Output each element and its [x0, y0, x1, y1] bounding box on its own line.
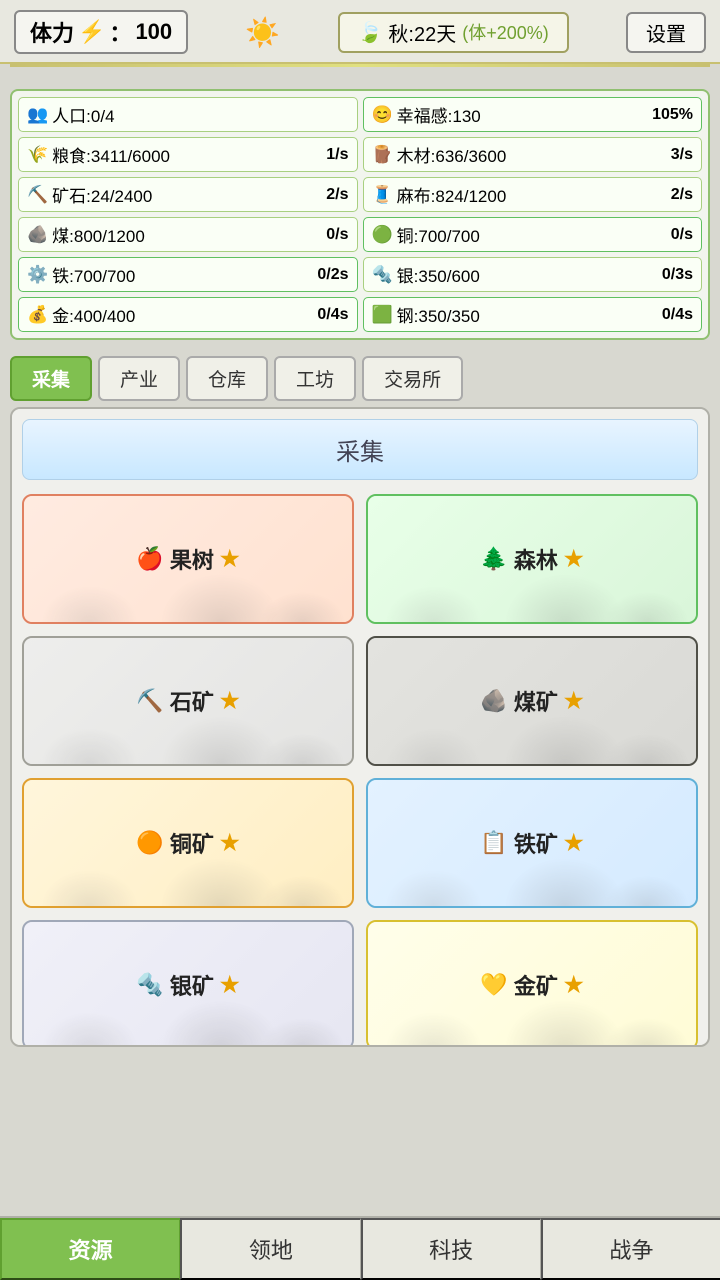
silver-row: 🔩 银:350/600 0/3s — [363, 257, 703, 292]
card-label-coal: 🪨 煤矿 ★ — [480, 685, 583, 717]
iron-row: ⚙️ 铁:700/700 0/2s — [18, 257, 358, 292]
forest-card-star: ★ — [564, 546, 584, 572]
ore-icon: ⛏️ — [27, 185, 48, 205]
card-fruit[interactable]: 🍎 果树 ★ — [22, 494, 354, 624]
population-label: 👥 人口:0/4 — [27, 102, 115, 127]
nav-territory[interactable]: 领地 — [180, 1218, 360, 1280]
season-text: 秋:22天 — [388, 18, 456, 47]
section-title: 采集 — [22, 419, 698, 480]
iron-card-text: 铁矿 — [514, 827, 558, 859]
gold-icon: 💰 — [27, 305, 48, 325]
card-iron[interactable]: 📋 铁矿 ★ — [366, 778, 698, 908]
season-box: 🍃 秋:22天 (体+200%) — [338, 12, 569, 53]
season-leaf-icon: 🍃 — [358, 20, 383, 45]
silver-card-star: ★ — [220, 972, 240, 998]
stamina-colon: ： — [109, 16, 131, 48]
copper-icon: 🟢 — [372, 225, 393, 245]
top-bar: 体力 ⚡ ： 100 ☀️ 🍃 秋:22天 (体+200%) 设置 — [0, 0, 720, 64]
card-silver[interactable]: 🔩 银矿 ★ — [22, 920, 354, 1047]
happiness-label: 😊 幸福感:130 — [372, 102, 481, 127]
steel-icon: 🟩 — [372, 305, 393, 325]
card-stone[interactable]: ⛏️ 石矿 ★ — [22, 636, 354, 766]
main-content: 采集 🍎 果树 ★ 🌲 森林 ★ ⛏️ 石矿 ★ — [10, 407, 710, 1047]
gold-row: 💰 金:400/400 0/4s — [18, 297, 358, 332]
silver-icon: 🔩 — [372, 265, 393, 285]
nav-war[interactable]: 战争 — [541, 1218, 720, 1280]
card-label-iron: 📋 铁矿 ★ — [480, 827, 583, 859]
gold-card-text: 金矿 — [514, 969, 558, 1001]
cloth-row: 🧵 麻布:824/1200 2/s — [363, 177, 703, 212]
card-copper[interactable]: 🟠 铜矿 ★ — [22, 778, 354, 908]
copper-card-icon: 🟠 — [136, 830, 163, 856]
card-label-gold: 💛 金矿 ★ — [480, 969, 583, 1001]
fruit-card-icon: 🍎 — [136, 546, 163, 572]
silver-card-icon: 🔩 — [136, 972, 163, 998]
iron-card-icon: 📋 — [480, 830, 507, 856]
iron-icon: ⚙️ — [27, 265, 48, 285]
coal-card-star: ★ — [564, 688, 584, 714]
card-forest[interactable]: 🌲 森林 ★ — [366, 494, 698, 624]
stone-card-text: 石矿 — [170, 685, 214, 717]
wood-row: 🪵 木材:636/3600 3/s — [363, 137, 703, 172]
card-coal[interactable]: 🪨 煤矿 ★ — [366, 636, 698, 766]
tab-industry[interactable]: 产业 — [98, 356, 180, 401]
bottom-nav: 资源 领地 科技 战争 — [0, 1216, 720, 1280]
stone-card-icon: ⛏️ — [136, 688, 163, 714]
stamina-label: 体力 — [30, 16, 74, 48]
happiness-value: 105% — [652, 106, 693, 124]
nav-resources[interactable]: 资源 — [0, 1218, 180, 1280]
forest-card-text: 森林 — [514, 543, 558, 575]
population-icon: 👥 — [27, 105, 48, 125]
stone-card-star: ★ — [220, 688, 240, 714]
cloth-icon: 🧵 — [372, 185, 393, 205]
card-label-stone: ⛏️ 石矿 ★ — [136, 685, 239, 717]
card-label-forest: 🌲 森林 ★ — [480, 543, 583, 575]
tab-warehouse[interactable]: 仓库 — [186, 356, 268, 401]
coal-card-text: 煤矿 — [514, 685, 558, 717]
fruit-card-star: ★ — [220, 546, 240, 572]
season-bonus: (体+200%) — [462, 19, 549, 45]
wood-icon: 🪵 — [372, 145, 393, 165]
sun-icon: ☀️ — [245, 16, 280, 49]
coal-icon: 🪨 — [27, 225, 48, 245]
gold-card-icon: 💛 — [480, 972, 507, 998]
food-row: 🌾 粮食:3411/6000 1/s — [18, 137, 358, 172]
population-row: 👥 人口:0/4 — [18, 97, 358, 132]
fruit-card-text: 果树 — [170, 543, 214, 575]
card-label-fruit: 🍎 果树 ★ — [136, 543, 239, 575]
coal-card-icon: 🪨 — [480, 688, 507, 714]
lightning-icon: ⚡ — [78, 19, 105, 45]
stamina-box: 体力 ⚡ ： 100 — [14, 10, 188, 54]
ore-row: ⛏️ 矿石:24/2400 2/s — [18, 177, 358, 212]
tab-exchange[interactable]: 交易所 — [362, 356, 463, 401]
card-gold[interactable]: 💛 金矿 ★ — [366, 920, 698, 1047]
happiness-row: 😊 幸福感:130 105% — [363, 97, 703, 132]
copper-card-text: 铜矿 — [170, 827, 214, 859]
resource-panel: 👥 人口:0/4 😊 幸福感:130 105% 🌾 粮食:3411/6000 1… — [10, 89, 710, 340]
nav-technology[interactable]: 科技 — [361, 1218, 541, 1280]
tabs-row: 采集 产业 仓库 工坊 交易所 — [0, 348, 720, 407]
gold-card-star: ★ — [564, 972, 584, 998]
forest-card-icon: 🌲 — [480, 546, 507, 572]
tab-workshop[interactable]: 工坊 — [274, 356, 356, 401]
cards-grid: 🍎 果树 ★ 🌲 森林 ★ ⛏️ 石矿 ★ 🪨 — [22, 494, 698, 1047]
happiness-icon: 😊 — [372, 105, 393, 125]
food-icon: 🌾 — [27, 145, 48, 165]
card-label-silver: 🔩 银矿 ★ — [136, 969, 239, 1001]
tab-gather[interactable]: 采集 — [10, 356, 92, 401]
iron-card-star: ★ — [564, 830, 584, 856]
card-label-copper: 🟠 铜矿 ★ — [136, 827, 239, 859]
copper-card-star: ★ — [220, 830, 240, 856]
settings-button[interactable]: 设置 — [626, 12, 706, 53]
copper-row: 🟢 铜:700/700 0/s — [363, 217, 703, 252]
steel-row: 🟩 钢:350/350 0/4s — [363, 297, 703, 332]
stamina-value: 100 — [135, 19, 172, 45]
coal-row: 🪨 煤:800/1200 0/s — [18, 217, 358, 252]
silver-card-text: 银矿 — [170, 969, 214, 1001]
